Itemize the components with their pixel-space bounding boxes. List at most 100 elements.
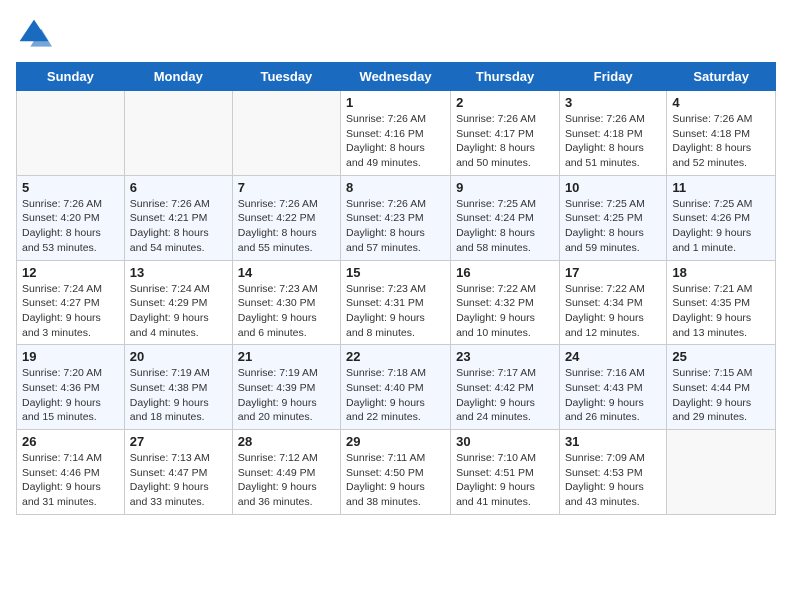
- day-info: Sunrise: 7:25 AM Sunset: 4:24 PM Dayligh…: [456, 197, 554, 256]
- calendar-cell: 6 Sunrise: 7:26 AM Sunset: 4:21 PM Daylig…: [124, 175, 232, 260]
- day-info: Sunrise: 7:19 AM Sunset: 4:39 PM Dayligh…: [238, 366, 335, 425]
- calendar-cell: 16 Sunrise: 7:22 AM Sunset: 4:32 PM Dayli…: [451, 260, 560, 345]
- calendar-header-row: SundayMondayTuesdayWednesdayThursdayFrid…: [17, 63, 776, 91]
- day-info: Sunrise: 7:16 AM Sunset: 4:43 PM Dayligh…: [565, 366, 661, 425]
- calendar-cell: 10Sunrise: 7:25 AM Sunset: 4:25 PM Dayli…: [559, 175, 666, 260]
- day-number: 31: [565, 434, 661, 449]
- col-header-monday: Monday: [124, 63, 232, 91]
- day-number: 17: [565, 265, 661, 280]
- calendar-cell: [232, 91, 340, 176]
- calendar-cell: 25 Sunrise: 7:15 AM Sunset: 4:44 PM Dayli…: [667, 345, 776, 430]
- day-info: Sunrise: 7:22 AM Sunset: 4:34 PM Dayligh…: [565, 282, 661, 341]
- day-number: 3: [565, 95, 661, 110]
- day-info: Sunrise: 7:10 AM Sunset: 4:51 PM Dayligh…: [456, 451, 554, 510]
- calendar-cell: 15 Sunrise: 7:23 AM Sunset: 4:31 PM Dayli…: [341, 260, 451, 345]
- col-header-friday: Friday: [559, 63, 666, 91]
- day-info: Sunrise: 7:24 AM Sunset: 4:29 PM Dayligh…: [130, 282, 227, 341]
- calendar-cell: 20 Sunrise: 7:19 AM Sunset: 4:38 PM Dayli…: [124, 345, 232, 430]
- calendar-cell: 3 Sunrise: 7:26 AM Sunset: 4:18 PM Daylig…: [559, 91, 666, 176]
- calendar-week-2: 5 Sunrise: 7:26 AM Sunset: 4:20 PM Daylig…: [17, 175, 776, 260]
- day-info: Sunrise: 7:13 AM Sunset: 4:47 PM Dayligh…: [130, 451, 227, 510]
- calendar-cell: 29 Sunrise: 7:11 AM Sunset: 4:50 PM Dayli…: [341, 430, 451, 515]
- day-number: 4: [672, 95, 770, 110]
- day-number: 23: [456, 349, 554, 364]
- calendar-cell: 21 Sunrise: 7:19 AM Sunset: 4:39 PM Dayli…: [232, 345, 340, 430]
- calendar-cell: 24Sunrise: 7:16 AM Sunset: 4:43 PM Dayli…: [559, 345, 666, 430]
- col-header-tuesday: Tuesday: [232, 63, 340, 91]
- day-info: Sunrise: 7:26 AM Sunset: 4:20 PM Dayligh…: [22, 197, 119, 256]
- col-header-saturday: Saturday: [667, 63, 776, 91]
- calendar-cell: 17 Sunrise: 7:22 AM Sunset: 4:34 PM Dayli…: [559, 260, 666, 345]
- calendar-cell: [667, 430, 776, 515]
- calendar-week-3: 12 Sunrise: 7:24 AM Sunset: 4:27 PM Dayli…: [17, 260, 776, 345]
- day-info: Sunrise: 7:22 AM Sunset: 4:32 PM Dayligh…: [456, 282, 554, 341]
- calendar-cell: 5 Sunrise: 7:26 AM Sunset: 4:20 PM Daylig…: [17, 175, 125, 260]
- day-number: 22: [346, 349, 445, 364]
- day-info: Sunrise: 7:09 AM Sunset: 4:53 PM Dayligh…: [565, 451, 661, 510]
- calendar-cell: 23 Sunrise: 7:17 AM Sunset: 4:42 PM Dayli…: [451, 345, 560, 430]
- calendar-cell: 27 Sunrise: 7:13 AM Sunset: 4:47 PM Dayli…: [124, 430, 232, 515]
- calendar-cell: 9 Sunrise: 7:25 AM Sunset: 4:24 PM Daylig…: [451, 175, 560, 260]
- day-number: 6: [130, 180, 227, 195]
- calendar-cell: [17, 91, 125, 176]
- day-info: Sunrise: 7:11 AM Sunset: 4:50 PM Dayligh…: [346, 451, 445, 510]
- calendar-cell: 26 Sunrise: 7:14 AM Sunset: 4:46 PM Dayli…: [17, 430, 125, 515]
- calendar-cell: 2 Sunrise: 7:26 AM Sunset: 4:17 PM Daylig…: [451, 91, 560, 176]
- calendar-cell: 12 Sunrise: 7:24 AM Sunset: 4:27 PM Dayli…: [17, 260, 125, 345]
- calendar-cell: 18Sunrise: 7:21 AM Sunset: 4:35 PM Dayli…: [667, 260, 776, 345]
- day-info: Sunrise: 7:26 AM Sunset: 4:23 PM Dayligh…: [346, 197, 445, 256]
- header: [16, 16, 776, 52]
- day-number: 12: [22, 265, 119, 280]
- day-number: 14: [238, 265, 335, 280]
- day-info: Sunrise: 7:26 AM Sunset: 4:18 PM Dayligh…: [565, 112, 661, 171]
- day-number: 18: [672, 265, 770, 280]
- calendar-cell: 28 Sunrise: 7:12 AM Sunset: 4:49 PM Dayli…: [232, 430, 340, 515]
- day-number: 8: [346, 180, 445, 195]
- calendar-cell: 4Sunrise: 7:26 AM Sunset: 4:18 PM Daylig…: [667, 91, 776, 176]
- day-info: Sunrise: 7:26 AM Sunset: 4:17 PM Dayligh…: [456, 112, 554, 171]
- day-number: 13: [130, 265, 227, 280]
- day-number: 15: [346, 265, 445, 280]
- day-number: 19: [22, 349, 119, 364]
- day-number: 7: [238, 180, 335, 195]
- day-info: Sunrise: 7:25 AM Sunset: 4:26 PM Dayligh…: [672, 197, 770, 256]
- calendar-cell: 22 Sunrise: 7:18 AM Sunset: 4:40 PM Dayli…: [341, 345, 451, 430]
- day-number: 26: [22, 434, 119, 449]
- col-header-sunday: Sunday: [17, 63, 125, 91]
- day-info: Sunrise: 7:14 AM Sunset: 4:46 PM Dayligh…: [22, 451, 119, 510]
- day-info: Sunrise: 7:15 AM Sunset: 4:44 PM Dayligh…: [672, 366, 770, 425]
- day-info: Sunrise: 7:24 AM Sunset: 4:27 PM Dayligh…: [22, 282, 119, 341]
- calendar-cell: 11Sunrise: 7:25 AM Sunset: 4:26 PM Dayli…: [667, 175, 776, 260]
- day-number: 9: [456, 180, 554, 195]
- calendar-week-5: 26 Sunrise: 7:14 AM Sunset: 4:46 PM Dayli…: [17, 430, 776, 515]
- calendar-cell: 7 Sunrise: 7:26 AM Sunset: 4:22 PM Daylig…: [232, 175, 340, 260]
- calendar-cell: 19Sunrise: 7:20 AM Sunset: 4:36 PM Dayli…: [17, 345, 125, 430]
- day-number: 27: [130, 434, 227, 449]
- day-info: Sunrise: 7:17 AM Sunset: 4:42 PM Dayligh…: [456, 366, 554, 425]
- day-number: 28: [238, 434, 335, 449]
- day-info: Sunrise: 7:18 AM Sunset: 4:40 PM Dayligh…: [346, 366, 445, 425]
- day-number: 30: [456, 434, 554, 449]
- day-info: Sunrise: 7:26 AM Sunset: 4:21 PM Dayligh…: [130, 197, 227, 256]
- col-header-thursday: Thursday: [451, 63, 560, 91]
- calendar-cell: 13 Sunrise: 7:24 AM Sunset: 4:29 PM Dayli…: [124, 260, 232, 345]
- day-info: Sunrise: 7:26 AM Sunset: 4:22 PM Dayligh…: [238, 197, 335, 256]
- calendar-cell: 30 Sunrise: 7:10 AM Sunset: 4:51 PM Dayli…: [451, 430, 560, 515]
- day-number: 25: [672, 349, 770, 364]
- day-info: Sunrise: 7:23 AM Sunset: 4:31 PM Dayligh…: [346, 282, 445, 341]
- calendar-cell: [124, 91, 232, 176]
- day-number: 10: [565, 180, 661, 195]
- day-number: 2: [456, 95, 554, 110]
- day-number: 16: [456, 265, 554, 280]
- col-header-wednesday: Wednesday: [341, 63, 451, 91]
- day-info: Sunrise: 7:12 AM Sunset: 4:49 PM Dayligh…: [238, 451, 335, 510]
- logo-icon: [16, 16, 52, 52]
- day-number: 21: [238, 349, 335, 364]
- calendar: SundayMondayTuesdayWednesdayThursdayFrid…: [16, 62, 776, 515]
- calendar-week-4: 19Sunrise: 7:20 AM Sunset: 4:36 PM Dayli…: [17, 345, 776, 430]
- day-number: 5: [22, 180, 119, 195]
- day-number: 20: [130, 349, 227, 364]
- day-info: Sunrise: 7:19 AM Sunset: 4:38 PM Dayligh…: [130, 366, 227, 425]
- day-number: 29: [346, 434, 445, 449]
- day-info: Sunrise: 7:23 AM Sunset: 4:30 PM Dayligh…: [238, 282, 335, 341]
